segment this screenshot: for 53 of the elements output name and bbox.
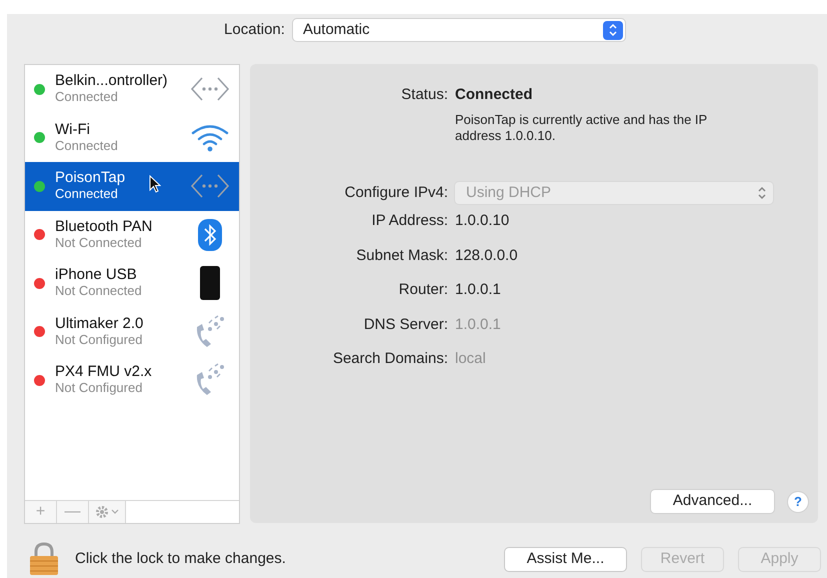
service-status: Connected [55, 186, 119, 202]
caret-icon [111, 509, 119, 515]
service-name: PoisonTap [55, 170, 126, 186]
service-item[interactable]: Ultimaker 2.0 Not Configured [25, 308, 239, 356]
location-label: Location: [224, 20, 285, 40]
chevrons-icon [757, 186, 767, 200]
detail-value: 1.0.0.1 [455, 280, 501, 300]
service-item[interactable]: Bluetooth PAN Not Connected [25, 210, 239, 259]
gear-menu-button[interactable] [89, 501, 126, 523]
configure-label: Configure IPv4: [344, 182, 448, 202]
service-status: Not Connected [55, 283, 143, 300]
bluetooth-icon [197, 218, 223, 252]
location-dropdown[interactable]: Automatic [292, 19, 625, 41]
service-name: Wi-Fi [55, 122, 91, 138]
service-name: Bluetooth PAN [55, 218, 154, 235]
detail-value: 128.0.0.0 [455, 246, 518, 266]
advanced-button[interactable]: Advanced... [651, 490, 774, 513]
service-status: Not Connected [55, 234, 143, 251]
status-value: Connected [455, 85, 534, 105]
service-status: Connected [55, 138, 119, 154]
detail-value: local [455, 349, 486, 369]
pointer-icon [149, 175, 161, 194]
service-item[interactable]: Wi-Fi Connected [25, 114, 239, 162]
service-status: Not Configured [55, 332, 144, 348]
footer-button[interactable]: Assist Me... [505, 548, 626, 570]
status-label: Status: [400, 85, 448, 105]
detail-value: 1.0.0.1 [455, 314, 501, 334]
phone-icon [199, 265, 221, 302]
detail-label: DNS Server: [362, 314, 448, 334]
service-name: PX4 FMU v2.x [55, 364, 153, 380]
service-name: Ultimaker 2.0 [55, 316, 144, 332]
service-name: Belkin...ontroller) [55, 73, 169, 90]
status-description: PoisonTap is currently active and has the IP address 1.0.0.10. [455, 112, 708, 144]
chevrons-icon [608, 23, 618, 37]
detail-label: IP Address: [370, 211, 448, 231]
ethernet-icon [190, 76, 230, 102]
lock-icon [29, 542, 59, 576]
help-button[interactable]: ? [788, 492, 808, 512]
service-item[interactable]: PX4 FMU v2.x Not Configured [25, 356, 239, 404]
detail-value: 1.0.0.10 [455, 211, 510, 231]
detail-label: Router: [398, 280, 448, 300]
ethernet-icon [190, 173, 230, 200]
service-item[interactable]: Belkin...ontroller) Connected [25, 65, 239, 114]
service-status: Not Configured [55, 380, 144, 396]
service-item[interactable]: iPhone USB Not Connected [25, 259, 239, 308]
detail-label: Subnet Mask: [355, 246, 448, 266]
service-item[interactable]: PoisonTap Connected [25, 162, 239, 210]
service-name: iPhone USB [55, 267, 138, 284]
gear-icon [95, 505, 109, 519]
lock-message: Click the lock to make changes. [75, 548, 286, 569]
wifi-icon [190, 124, 230, 152]
detail-label: Search Domains: [332, 349, 448, 369]
service-status: Connected [55, 89, 119, 106]
